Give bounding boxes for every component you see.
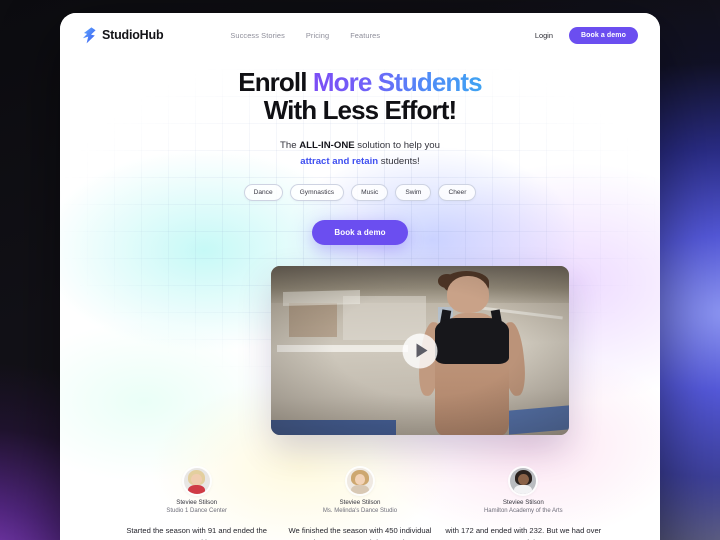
- testimonial-role: Ms. Melinda's Dance Studio: [322, 508, 398, 514]
- testimonial-name: Steviee Stilson: [502, 499, 544, 506]
- video-player[interactable]: [271, 266, 569, 435]
- pill-cheer[interactable]: Cheer: [438, 184, 477, 202]
- nav-link-success-stories[interactable]: Success Stories: [230, 31, 285, 40]
- play-icon[interactable]: [402, 333, 438, 368]
- headline-part1: Enroll: [238, 67, 313, 97]
- avatar: [183, 468, 210, 494]
- navbar: StudioHub Success Stories Pricing Featur…: [60, 13, 660, 57]
- brand-name: StudioHub: [102, 28, 164, 42]
- testimonial-name: Steviee Stilson: [339, 499, 381, 506]
- testimonial-role: Hamilton Academy of the Arts: [483, 508, 563, 514]
- sub-strong: ALL-IN-ONE: [299, 139, 355, 151]
- testimonials-row: Steviee Stilson Studio 1 Dance Center St…: [60, 468, 660, 540]
- studiohub-logo-icon: [82, 26, 96, 43]
- headline-line2: With Less Effort!: [263, 94, 457, 125]
- nav-link-pricing[interactable]: Pricing: [306, 31, 329, 40]
- testimonial-quote: with 172 and ended with 232. But we had …: [445, 526, 602, 540]
- login-link[interactable]: Login: [535, 31, 553, 40]
- testimonial-card: Steviee Stilson Studio 1 Dance Center St…: [115, 468, 278, 540]
- sub-accent: attract and retain: [300, 156, 379, 168]
- avatar: [346, 468, 373, 494]
- nav-actions: Login Book a demo: [535, 26, 638, 44]
- testimonial-role: Studio 1 Dance Center: [166, 508, 228, 514]
- hero-subheadline: The ALL-IN-ONE solution to help you attr…: [60, 138, 660, 172]
- play-triangle-glyph: [416, 343, 427, 358]
- testimonial-quote: Started the season with 91 and ended the…: [126, 526, 267, 540]
- sub-mid: solution to help you: [354, 139, 440, 151]
- headline-accent: More Students: [312, 67, 483, 97]
- testimonial-quote: We finished the season with 450 individu…: [288, 526, 432, 540]
- hero-book-demo-button[interactable]: Book a demo: [312, 220, 408, 246]
- sub-post: students!: [378, 156, 420, 168]
- pill-gymnastics[interactable]: Gymnastics: [289, 184, 345, 202]
- brand-logo[interactable]: StudioHub: [82, 26, 164, 44]
- sub-pre: The: [280, 139, 300, 151]
- nav-link-features[interactable]: Features: [350, 31, 380, 40]
- hero-section: Enroll More Students With Less Effort! T…: [60, 67, 660, 246]
- avatar: [510, 468, 537, 494]
- app-window: StudioHub Success Stories Pricing Featur…: [60, 13, 660, 540]
- pill-music[interactable]: Music: [351, 184, 389, 202]
- pill-dance[interactable]: Dance: [243, 184, 283, 202]
- category-pills: Dance Gymnastics Music Swim Cheer: [60, 184, 660, 202]
- testimonial-card: Steviee Stilson Hamilton Academy of the …: [442, 468, 605, 540]
- nav-book-demo-button[interactable]: Book a demo: [568, 26, 638, 44]
- pill-swim[interactable]: Swim: [395, 184, 432, 202]
- nav-links: Success Stories Pricing Features: [230, 31, 380, 40]
- page-title: Enroll More Students With Less Effort!: [60, 67, 660, 125]
- testimonial-name: Steviee Stilson: [176, 499, 218, 506]
- testimonial-card: Steviee Stilson Ms. Melinda's Dance Stud…: [278, 468, 441, 540]
